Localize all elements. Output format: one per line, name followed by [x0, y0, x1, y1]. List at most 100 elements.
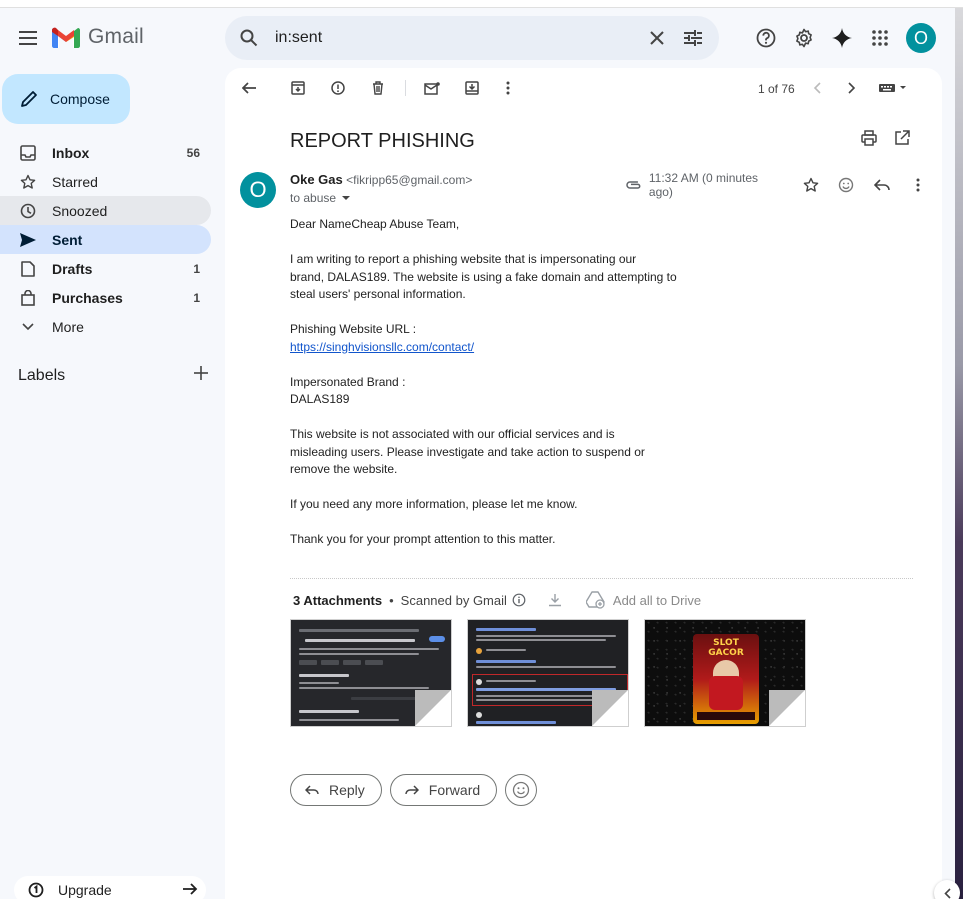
print-button[interactable] [861, 130, 877, 151]
header-actions: O [750, 22, 936, 54]
recipient-details[interactable]: to abuse [290, 191, 352, 205]
move-to-button[interactable] [460, 76, 484, 100]
archive-button[interactable] [286, 76, 310, 100]
attachment-thumbnail[interactable] [290, 619, 452, 727]
separator-dot: • [389, 592, 394, 608]
page-fold [769, 690, 805, 726]
sidebar-item-label: More [52, 318, 84, 335]
attachment-thumbnail[interactable]: SLOT GACOR [644, 619, 806, 727]
more-vert-icon [506, 81, 510, 95]
search-input[interactable] [275, 29, 635, 47]
reading-pane: 1 of 76 REPORT PHISHING O Oke Gas <fikri… [225, 68, 942, 899]
compose-label: Compose [50, 91, 110, 107]
mark-unread-button[interactable] [420, 76, 444, 100]
info-icon[interactable] [512, 593, 526, 607]
reply-button[interactable]: Reply [290, 774, 382, 806]
main-menu-button[interactable] [12, 22, 44, 54]
nav-list: Inbox 56 Starred Snoozed Sent Drafts 1 P… [0, 138, 211, 341]
sidebar-item-purchases[interactable]: Purchases 1 [0, 283, 211, 312]
settings-button[interactable] [788, 22, 820, 54]
message-time: 11:32 AM (0 minutes ago) [648, 171, 759, 199]
email-subject: REPORT PHISHING [290, 130, 475, 152]
attachments-title: 3 Attachments [293, 592, 383, 608]
side-panel-toggle[interactable] [934, 880, 960, 899]
support-button[interactable] [750, 22, 782, 54]
search-options-button[interactable] [681, 26, 705, 50]
body-line: brand, DALAS189. The website is using a … [290, 269, 677, 284]
message-meta: 11:32 AM (0 minutes ago) [625, 171, 942, 199]
forward-button[interactable]: Forward [389, 774, 498, 806]
open-new-window-button[interactable] [894, 130, 910, 151]
phishing-url-link[interactable]: https://singhvisionsllc.com/contact/ [290, 340, 474, 354]
back-button[interactable] [237, 76, 261, 100]
search-icon [240, 29, 258, 47]
create-label-button[interactable] [194, 366, 208, 385]
sidebar-item-label: Purchases [52, 289, 123, 306]
apps-button[interactable] [864, 22, 896, 54]
account-avatar[interactable]: O [906, 23, 936, 53]
report-spam-button[interactable] [326, 76, 350, 100]
download-icon [548, 594, 561, 607]
input-tools-button[interactable] [877, 76, 911, 100]
sender-avatar[interactable]: O [240, 172, 276, 208]
sidebar-item-drafts[interactable]: Drafts 1 [0, 254, 211, 283]
gmail-logo[interactable]: Gmail [52, 25, 144, 49]
email-body: Dear NameCheap Abuse Team, I am writing … [290, 216, 690, 566]
chevron-down-icon [22, 322, 34, 330]
sidebar-item-starred[interactable]: Starred [0, 167, 211, 196]
sidebar-item-label: Inbox [52, 144, 90, 161]
search-bar [225, 16, 719, 60]
body-greeting: Dear NameCheap Abuse Team, [290, 217, 460, 231]
pencil-icon [21, 91, 37, 107]
page-fold [592, 690, 628, 726]
body-url-block: Phishing Website URL : https://singhvisi… [290, 321, 690, 356]
sidebar-item-more[interactable]: More [0, 312, 211, 341]
gmail-logo-text: Gmail [88, 25, 144, 48]
body-paragraph: If you need any more information, please… [290, 497, 578, 511]
sidebar-item-snoozed[interactable]: Snoozed [0, 196, 211, 225]
older-button[interactable] [840, 76, 864, 100]
star-icon [20, 174, 36, 189]
add-all-to-drive-button[interactable]: Add all to Drive [585, 591, 701, 609]
body-line: misleading users. Please investigate and… [290, 444, 645, 459]
body-line: remove the website. [290, 462, 398, 476]
sidebar-item-sent[interactable]: Sent [0, 225, 211, 254]
upgrade-button[interactable]: Upgrade [14, 876, 206, 899]
attachments-header: 3 Attachments • Scanned by Gmail Add all… [293, 591, 701, 609]
sender-name[interactable]: Oke Gas [290, 172, 343, 187]
message-more-button[interactable] [906, 173, 930, 197]
labels-header: Labels [18, 366, 208, 385]
message-actions: Reply Forward [290, 774, 538, 806]
body-line: steal users' personal information. [290, 287, 466, 301]
attachment-icon [626, 181, 641, 189]
help-icon [756, 28, 776, 48]
search-button[interactable] [225, 29, 273, 47]
toolbar-divider [405, 80, 406, 96]
brand-label: Impersonated Brand : [290, 374, 406, 389]
reply-icon [305, 784, 319, 795]
labels-title: Labels [18, 366, 66, 384]
clear-search-button[interactable] [645, 26, 669, 50]
move-to-icon [465, 81, 479, 95]
delete-button[interactable] [366, 76, 390, 100]
attachment-thumbnails: SLOT GACOR [290, 619, 821, 727]
emoji-reaction-button[interactable] [505, 774, 538, 806]
arrow-right-icon [183, 883, 198, 895]
sidebar: Compose Inbox 56 Starred Snoozed Sent Dr… [0, 68, 225, 899]
url-label: Phishing Website URL : [290, 322, 417, 336]
archive-icon [291, 81, 305, 95]
newer-button[interactable] [805, 76, 829, 100]
attachment-thumbnail[interactable] [467, 619, 629, 727]
star-button[interactable] [799, 173, 823, 197]
compose-button[interactable]: Compose [2, 74, 130, 124]
reply-icon-button[interactable] [870, 173, 894, 197]
more-options-button[interactable] [496, 76, 520, 100]
unread-count: 56 [186, 145, 200, 160]
desktop-background-edge [955, 8, 963, 899]
sidebar-item-inbox[interactable]: Inbox 56 [0, 138, 211, 167]
sidebar-item-label: Drafts [52, 260, 93, 277]
download-all-button[interactable] [548, 593, 562, 607]
add-reaction-button[interactable] [834, 173, 858, 197]
gemini-button[interactable] [826, 22, 858, 54]
app-header: Gmail O [0, 8, 955, 68]
